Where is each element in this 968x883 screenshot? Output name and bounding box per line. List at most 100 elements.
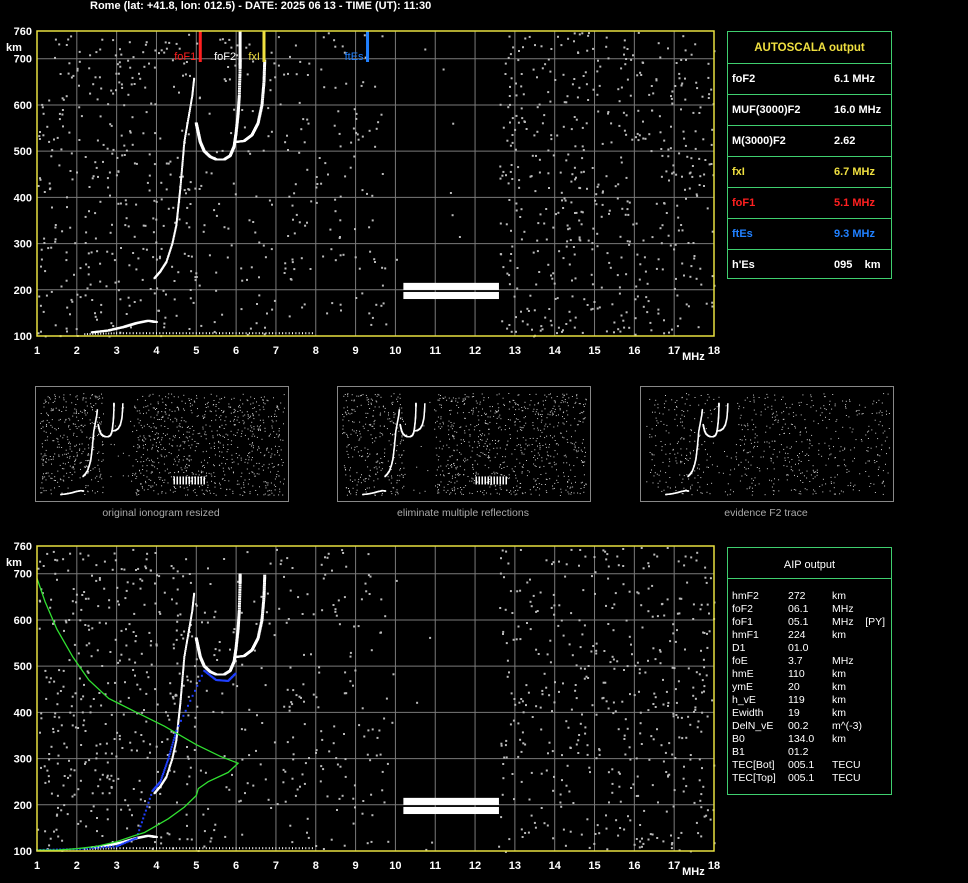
thumb-interference bbox=[176, 476, 178, 485]
f1-trace-point bbox=[185, 129, 188, 132]
es-trace-point bbox=[229, 332, 230, 335]
fx-trace-point bbox=[261, 609, 265, 612]
es-trace-point bbox=[255, 332, 257, 335]
f2-trace-point bbox=[238, 593, 242, 596]
aip-trace-point bbox=[168, 755, 171, 758]
es-trace-point bbox=[205, 847, 207, 850]
fx-trace-point bbox=[263, 63, 267, 66]
aip-unit: km bbox=[832, 629, 846, 641]
es-trace-point bbox=[225, 847, 227, 850]
x-tick-label: 1 bbox=[34, 860, 40, 872]
fx-trace-point bbox=[262, 80, 266, 83]
f1-trace-point bbox=[182, 663, 185, 666]
es-trace-point bbox=[275, 332, 277, 335]
es-trace-point bbox=[262, 847, 264, 850]
aip-val: 224 bbox=[788, 629, 806, 641]
aip-row-hmf1: hmF1 224 km bbox=[732, 629, 887, 642]
x-tick-label: 8 bbox=[313, 860, 319, 872]
aip-row-h-ve: h_vE 119 km bbox=[732, 694, 887, 707]
f1-trace-point bbox=[190, 613, 193, 616]
es-trace-point bbox=[97, 332, 99, 335]
aip-unit: km bbox=[832, 681, 846, 693]
f1-trace-point bbox=[179, 185, 182, 188]
f2-trace-point bbox=[238, 602, 241, 605]
aip-trace-point bbox=[125, 841, 128, 844]
es-trace-point bbox=[225, 332, 227, 335]
aip-name: Ewidth bbox=[732, 707, 764, 719]
es-trace-point bbox=[265, 847, 267, 850]
aip-name: hmF2 bbox=[732, 590, 759, 602]
es-trace-point bbox=[169, 332, 171, 335]
es-trace-point bbox=[102, 332, 104, 335]
thumb-trace-point bbox=[96, 409, 99, 411]
aip-val: 06.1 bbox=[788, 603, 809, 615]
fx-trace-point bbox=[261, 90, 265, 93]
interference-band-upper bbox=[403, 797, 499, 805]
fx-trace-point bbox=[261, 611, 265, 614]
f1-trace-point bbox=[186, 121, 189, 124]
aip-trace-point bbox=[138, 829, 141, 832]
es-trace-point bbox=[129, 332, 131, 335]
f1-trace-point bbox=[190, 100, 193, 103]
f1-trace-point bbox=[184, 135, 187, 138]
thumb-noise bbox=[342, 393, 587, 496]
fx-trace-point bbox=[263, 582, 266, 585]
fx-trace-point bbox=[261, 98, 264, 101]
aip-trace-point bbox=[170, 746, 173, 748]
es-trace-point bbox=[119, 332, 121, 335]
fx-trace-point bbox=[262, 599, 266, 602]
aip-trace-point bbox=[139, 825, 142, 828]
es-trace-point bbox=[94, 332, 96, 335]
es-trace-point bbox=[132, 332, 134, 335]
aip-trace-point bbox=[150, 793, 153, 796]
y-tick-label: 300 bbox=[14, 754, 32, 766]
aip-unit: MHz [PY] bbox=[832, 616, 886, 628]
es-trace-point bbox=[229, 847, 230, 850]
f1-trace-point bbox=[188, 112, 191, 114]
fx-trace-point bbox=[262, 590, 266, 593]
fx-trace-point bbox=[261, 613, 264, 616]
f1-trace-point bbox=[181, 677, 184, 680]
fx-trace-point bbox=[261, 94, 265, 97]
es-trace-point bbox=[136, 847, 138, 850]
es-trace-point bbox=[189, 332, 191, 335]
fx-trace-point bbox=[262, 584, 266, 587]
es-trace-point bbox=[212, 332, 214, 335]
noise bbox=[37, 31, 716, 338]
aip-trace-point bbox=[198, 679, 201, 682]
fx-trace-point bbox=[262, 77, 266, 79]
es-trace-point bbox=[185, 332, 187, 335]
thumb-interference bbox=[478, 476, 480, 485]
aip-trace-point bbox=[194, 689, 196, 692]
es-trace-point bbox=[152, 847, 154, 850]
es-trace-point bbox=[162, 847, 164, 850]
aip-name: TEC[Top] bbox=[732, 772, 776, 784]
aip-unit: m^(-3) bbox=[832, 720, 863, 732]
x-tick-label: 15 bbox=[588, 860, 600, 872]
x-tick-label: 8 bbox=[313, 345, 319, 357]
f1-trace-point bbox=[181, 162, 184, 165]
es-trace-point bbox=[165, 332, 167, 335]
fx-trace-point bbox=[262, 82, 266, 85]
f1-trace-point bbox=[180, 694, 182, 697]
y-tick-label: 100 bbox=[14, 331, 32, 343]
f1-trace-point bbox=[180, 692, 183, 695]
es-trace-point bbox=[258, 847, 260, 850]
f1-trace-point bbox=[181, 164, 184, 166]
fx-trace-point bbox=[260, 617, 264, 619]
es-trace-point bbox=[175, 847, 177, 850]
f1-trace-point bbox=[181, 675, 184, 678]
aip-name: h_vE bbox=[732, 694, 756, 706]
es-trace-point bbox=[292, 847, 293, 850]
aip-name: hmE bbox=[732, 668, 754, 680]
fx-trace-point bbox=[260, 103, 264, 106]
es-trace-point bbox=[142, 332, 144, 335]
aip-unit: km bbox=[832, 733, 846, 745]
f1-trace-point bbox=[181, 673, 184, 676]
fx-trace-point bbox=[260, 615, 264, 618]
y-tick-label: 200 bbox=[14, 800, 32, 812]
marker-fxI bbox=[262, 31, 266, 62]
es-trace-point bbox=[235, 332, 237, 335]
f1-trace-point bbox=[179, 696, 182, 699]
autoscala-label: foF2 bbox=[732, 73, 756, 85]
